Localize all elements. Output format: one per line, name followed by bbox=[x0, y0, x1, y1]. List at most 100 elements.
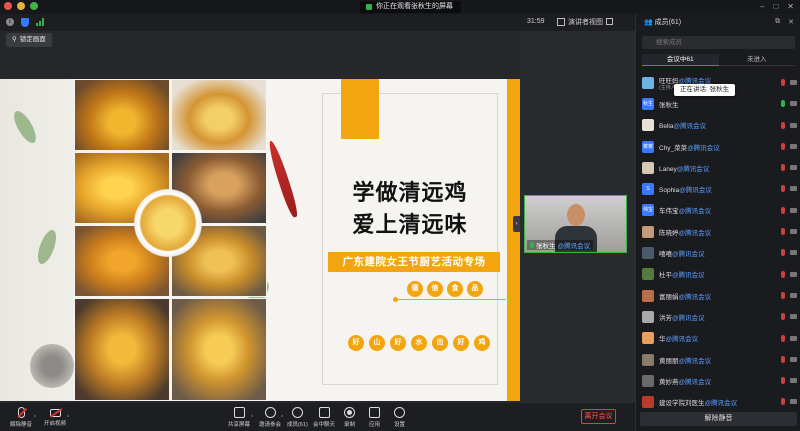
participant-row[interactable]: 嘻嘻@腾讯会议 bbox=[636, 242, 800, 263]
avatar bbox=[642, 225, 654, 238]
signal-icon[interactable] bbox=[36, 18, 44, 26]
participant-name-text: 洪芳 bbox=[659, 314, 672, 322]
mic-muted-icon[interactable] bbox=[781, 270, 785, 278]
collapse-video-toggle[interactable]: › bbox=[513, 216, 520, 232]
mic-muted-icon[interactable] bbox=[781, 142, 785, 150]
mic-muted-icon[interactable] bbox=[781, 355, 785, 363]
mic-on-icon[interactable] bbox=[781, 100, 785, 108]
participant-org: @腾讯会议 bbox=[665, 336, 699, 344]
mic-muted-icon[interactable] bbox=[781, 206, 785, 214]
member-search-input[interactable] bbox=[642, 36, 795, 49]
participant-row[interactable]: 秋生 张秋生 bbox=[636, 93, 800, 114]
participant-row[interactable]: 富丽娟@腾讯会议 bbox=[636, 285, 800, 306]
mic-muted-icon[interactable] bbox=[781, 313, 785, 321]
speaker-view-button[interactable]: 演讲者视图 bbox=[557, 17, 603, 27]
members-button[interactable]: 成员(61) bbox=[287, 407, 308, 428]
camera-icon[interactable] bbox=[790, 165, 797, 171]
minimize-dot-icon[interactable] bbox=[17, 2, 25, 10]
camera-icon[interactable] bbox=[790, 80, 797, 85]
fullscreen-icon[interactable] bbox=[606, 18, 613, 25]
gear-icon bbox=[394, 407, 405, 418]
participant-row[interactable]: 杜平@腾讯会议 bbox=[636, 264, 800, 285]
chevron-up-icon[interactable]: ^ bbox=[34, 415, 36, 421]
close-dot-icon[interactable] bbox=[4, 2, 12, 10]
share-screen-label: 共享屏幕 bbox=[228, 422, 251, 428]
mic-muted-icon[interactable] bbox=[781, 79, 785, 86]
maximize-icon[interactable]: □ bbox=[773, 2, 778, 11]
close-icon[interactable]: ✕ bbox=[787, 2, 794, 11]
camera-icon[interactable] bbox=[790, 271, 797, 277]
chevron-up-icon[interactable]: ^ bbox=[281, 415, 283, 421]
minimize-icon[interactable]: – bbox=[760, 2, 764, 11]
participant-row[interactable]: S Sophia@腾讯会议 bbox=[636, 178, 800, 199]
mic-muted-icon[interactable] bbox=[781, 121, 785, 129]
food-photo-collage bbox=[74, 79, 270, 401]
participant-row[interactable]: Laney@腾讯会议 bbox=[636, 157, 800, 178]
camera-icon[interactable] bbox=[790, 335, 797, 341]
maximize-dot-icon[interactable] bbox=[30, 2, 38, 10]
chat-button[interactable]: 会中聊天 bbox=[313, 407, 335, 428]
participant-org: @腾讯会议 bbox=[676, 165, 710, 173]
participant-row[interactable]: 菜菜 Chy_菜菜@腾讯会议 bbox=[636, 136, 800, 157]
tab-in-meeting[interactable]: 会议中61 bbox=[642, 54, 719, 66]
camera-icon[interactable] bbox=[790, 399, 797, 405]
camera-icon[interactable] bbox=[790, 122, 797, 128]
camera-icon[interactable] bbox=[790, 356, 797, 362]
record-button[interactable]: 录制 bbox=[344, 407, 355, 428]
invite-button[interactable]: 邀请参会 bbox=[259, 407, 281, 428]
video-org: @腾讯会议 bbox=[557, 243, 591, 250]
tab-not-joined[interactable]: 未进入 bbox=[718, 54, 795, 66]
participant-name: 陈晓婷@腾讯会议 bbox=[659, 227, 711, 237]
participant-row[interactable]: 伟宝 车伟宝@腾讯会议 bbox=[636, 200, 800, 221]
participant-row[interactable]: 黄丽丽@腾讯会议 bbox=[636, 349, 800, 370]
speaker-video-tile[interactable]: 张秋生 @腾讯会议 bbox=[524, 195, 627, 253]
participant-row[interactable]: 洪芳@腾讯会议 bbox=[636, 306, 800, 327]
slide-banner: 广东建院女王节厨艺活动专场 bbox=[328, 252, 500, 272]
security-shield-icon[interactable] bbox=[21, 18, 29, 27]
participant-name: 嘻嘻@腾讯会议 bbox=[659, 248, 705, 258]
avatar bbox=[642, 332, 654, 345]
camera-icon[interactable] bbox=[790, 143, 797, 149]
leave-meeting-button[interactable]: 离开会议 bbox=[581, 409, 616, 424]
camera-icon[interactable] bbox=[790, 186, 797, 192]
participant-row[interactable]: 建设学院刘医生@腾讯会议 bbox=[636, 391, 800, 412]
unmute-all-button[interactable]: 解除静音 bbox=[640, 412, 797, 426]
chevron-up-icon[interactable]: ^ bbox=[251, 415, 253, 421]
slide-badge: 品 bbox=[467, 281, 483, 297]
lock-screen-button[interactable]: ⚲ 锁定画面 bbox=[6, 33, 52, 47]
avatar bbox=[642, 247, 654, 260]
camera-icon[interactable] bbox=[790, 292, 797, 298]
mic-muted-icon[interactable] bbox=[781, 164, 785, 172]
unmute-button[interactable]: 解除静音 bbox=[10, 407, 32, 428]
close-panel-icon[interactable]: ✕ bbox=[788, 18, 794, 26]
slide-badge: 出 bbox=[432, 335, 448, 351]
apps-button[interactable]: 应用 bbox=[369, 407, 380, 428]
mic-muted-icon[interactable] bbox=[781, 185, 785, 193]
participant-row[interactable]: Bella@腾讯会议 bbox=[636, 115, 800, 136]
mic-muted-icon[interactable] bbox=[781, 228, 785, 236]
camera-icon[interactable] bbox=[790, 207, 797, 213]
mic-muted-icon[interactable] bbox=[781, 334, 785, 342]
video-column: 张秋生 @腾讯会议 bbox=[520, 31, 635, 403]
slide-badge: 食 bbox=[447, 281, 463, 297]
popout-icon[interactable]: ⧉ bbox=[775, 18, 780, 26]
participant-row[interactable]: 华@腾讯会议 bbox=[636, 328, 800, 349]
participant-org: @腾讯会议 bbox=[678, 293, 712, 301]
camera-icon[interactable] bbox=[790, 250, 797, 256]
camera-icon[interactable] bbox=[790, 314, 797, 320]
participant-org: @腾讯会议 bbox=[678, 378, 712, 386]
camera-icon[interactable] bbox=[790, 378, 797, 384]
mic-muted-icon[interactable] bbox=[781, 249, 785, 257]
chevron-up-icon[interactable]: ^ bbox=[67, 415, 69, 421]
info-icon[interactable]: i bbox=[6, 18, 14, 26]
participant-row[interactable]: 陈晓婷@腾讯会议 bbox=[636, 221, 800, 242]
mic-muted-icon[interactable] bbox=[781, 291, 785, 299]
share-screen-button[interactable]: 共享屏幕 bbox=[228, 407, 250, 428]
camera-icon[interactable] bbox=[790, 101, 797, 107]
participant-row[interactable]: 黄妙燕@腾讯会议 bbox=[636, 370, 800, 391]
camera-icon[interactable] bbox=[790, 229, 797, 235]
start-video-button[interactable]: 开启视频 bbox=[44, 407, 66, 427]
settings-button[interactable]: 设置 bbox=[394, 407, 405, 428]
mic-muted-icon[interactable] bbox=[781, 398, 785, 406]
mic-muted-icon[interactable] bbox=[781, 377, 785, 385]
